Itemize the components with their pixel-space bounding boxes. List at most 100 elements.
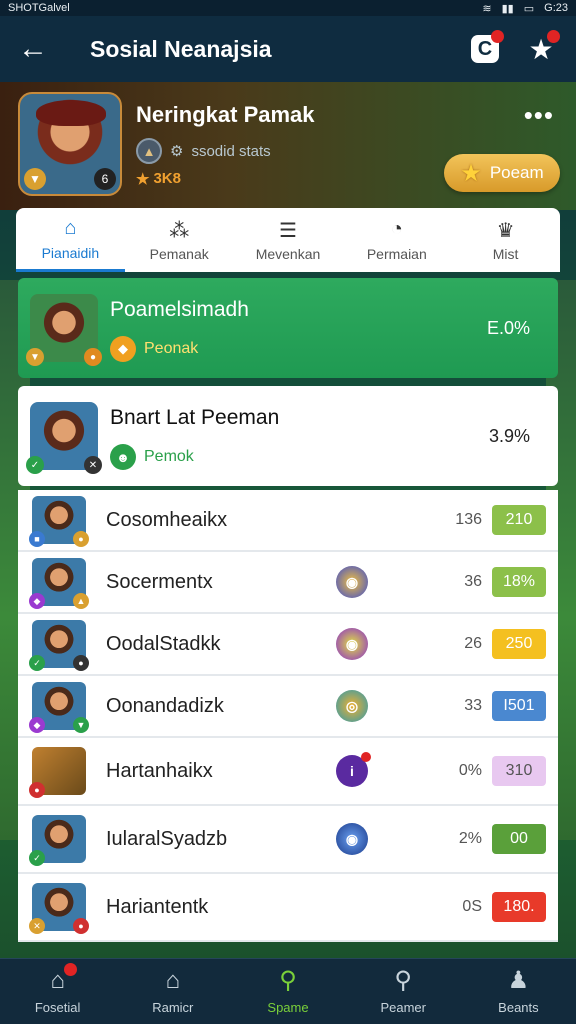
level-badge-icon: ● bbox=[84, 348, 102, 366]
featured-value: E.0% bbox=[486, 317, 530, 338]
stats-icon: ⚙ bbox=[170, 143, 184, 160]
ranking-list: ■ ● Cosomheaikx 136 210 ◆ ▲ Socermentx ◉… bbox=[18, 490, 558, 942]
star-icon: ★ bbox=[460, 159, 482, 187]
player-name: Cosomheaikx bbox=[106, 508, 228, 531]
notification-badge bbox=[491, 30, 504, 43]
tab-label: Mevenkan bbox=[255, 246, 321, 262]
tab-pemanak[interactable]: ⁂ Pemanak bbox=[125, 208, 234, 272]
featured-item[interactable]: ✓ ✕ Bnart Lat Peeman ☻ Pemok 3.9% bbox=[18, 386, 558, 486]
featured-item[interactable]: ▼ ● Poamelsimadh ◆ Peonak E.0% bbox=[18, 278, 558, 378]
nav-ramicr[interactable]: ⌂ Ramicr bbox=[115, 959, 230, 1024]
level-badge-icon: ✕ bbox=[84, 456, 102, 474]
score-pill: 250 bbox=[492, 629, 546, 659]
crown-icon: ♛ bbox=[496, 220, 515, 242]
level-badge-icon: 6 bbox=[94, 168, 116, 190]
nav-label: Peamer bbox=[380, 1000, 426, 1015]
rank-badge-icon: ● bbox=[29, 782, 45, 798]
list-item[interactable]: ● Hartanhaikx i 0% 310 bbox=[18, 738, 558, 806]
trophy-orb-icon: ◉ bbox=[336, 566, 368, 598]
featured-subtitle-text: Pemok bbox=[144, 448, 194, 465]
list-item[interactable]: ◆ ▼ Oonandadizk ◎ 33 I501 bbox=[18, 676, 558, 738]
signal-icon: ▮▮ bbox=[501, 2, 514, 15]
premium-button[interactable]: ★ Poeam bbox=[444, 154, 560, 192]
profile-name: Neringkat Pamak bbox=[136, 102, 315, 127]
level-badge-icon: ▼ bbox=[73, 717, 89, 733]
player-name: IularalSyadzb bbox=[106, 827, 228, 850]
rank-badge-icon: ▼ bbox=[26, 348, 44, 366]
emblem-icon: ▲ bbox=[136, 138, 162, 164]
avatar: ● bbox=[29, 747, 86, 798]
nav-label: Fosetial bbox=[34, 1000, 81, 1015]
nav-peamer[interactable]: ⚲ Peamer bbox=[346, 959, 461, 1024]
profile-score: ★ 3K8 bbox=[136, 170, 181, 188]
tab-label: Permaian bbox=[366, 246, 427, 262]
back-arrow-icon[interactable]: ← bbox=[18, 34, 62, 64]
tab-permaian[interactable]: ◔ Permaian bbox=[342, 208, 451, 272]
frog-icon: ☻ bbox=[110, 444, 136, 470]
tab-mevenkan[interactable]: ☰ Mevenkan bbox=[234, 208, 343, 272]
premium-button-label: Poeam bbox=[489, 163, 544, 182]
check-badge-icon: ✓ bbox=[29, 850, 45, 866]
group-icon: ⁂ bbox=[169, 220, 190, 242]
player-count: 0% bbox=[458, 762, 482, 779]
list-item[interactable]: ■ ● Cosomheaikx 136 210 bbox=[18, 490, 558, 552]
more-options-icon[interactable]: ••• bbox=[524, 100, 554, 131]
status-bar: SHOTGalvel ≋ ▮▮ ▭ G:23 bbox=[0, 0, 576, 16]
status-time: G:23 bbox=[544, 2, 568, 14]
search-badge-icon: ⚲ bbox=[279, 967, 297, 994]
nav-label: Spame bbox=[267, 1000, 309, 1015]
list-item[interactable]: ✕ ● Hariantentk 0S 180. bbox=[18, 874, 558, 942]
tab-label: Pemanak bbox=[149, 246, 209, 262]
player-count: 2% bbox=[458, 830, 482, 847]
favorites-badge bbox=[547, 30, 560, 43]
level-badge-icon: ● bbox=[73, 531, 89, 547]
home-icon: ⌂ bbox=[50, 967, 65, 994]
avatar[interactable]: ▼ 6 bbox=[18, 92, 122, 196]
tab-home[interactable]: ⌂ Pianaidih bbox=[16, 208, 125, 272]
nav-social[interactable]: ⌂ Fosetial bbox=[0, 959, 115, 1024]
list-item[interactable]: ✓ ● OodalStadkk ◉ 26 250 bbox=[18, 614, 558, 676]
nav-spame[interactable]: ⚲ Spame bbox=[230, 959, 345, 1024]
page-title: Sosial Neanajsia bbox=[90, 35, 272, 62]
score-pill: 180. bbox=[492, 892, 546, 922]
player-name: Oonandadizk bbox=[106, 694, 224, 717]
score-pill: 18% bbox=[492, 567, 546, 597]
level-badge-icon: ● bbox=[73, 918, 89, 934]
notifications-button[interactable]: C bbox=[468, 30, 504, 66]
bottom-navigation: ⌂ Fosetial ⌂ Ramicr ⚲ Spame ⚲ Peamer ♟ B… bbox=[0, 958, 576, 1024]
player-count: 33 bbox=[464, 697, 482, 714]
avatar: ✓ bbox=[29, 815, 86, 866]
featured-title: Bnart Lat Peeman bbox=[110, 406, 280, 429]
gauge-icon: ◔ bbox=[390, 218, 403, 240]
player-name: Hariantentk bbox=[106, 895, 209, 918]
star-icon: ★ bbox=[136, 171, 150, 188]
person-icon: ♟ bbox=[507, 967, 530, 994]
avatar: ■ ● bbox=[29, 496, 89, 547]
notification-badge bbox=[64, 963, 78, 976]
player-count: 26 bbox=[464, 635, 482, 652]
featured-value: 3.9% bbox=[488, 425, 530, 446]
score-pill: 210 bbox=[492, 505, 546, 535]
avatar: ◆ ▲ bbox=[29, 558, 89, 609]
app-bar: ← Sosial Neanajsia C ★ bbox=[0, 16, 576, 82]
list-item[interactable]: ◆ ▲ Socermentx ◉ 36 18% bbox=[18, 552, 558, 614]
home-icon: ⌂ bbox=[64, 216, 77, 239]
player-count: 0S bbox=[462, 898, 482, 915]
nav-label: Beants bbox=[498, 1000, 539, 1015]
list-icon: ☰ bbox=[279, 220, 297, 242]
tab-bar: ⌂ Pianaidih ⁂ Pemanak ☰ Mevenkan ◔ Perma… bbox=[16, 208, 560, 272]
status-carrier: SHOTGalvel bbox=[8, 2, 70, 14]
tab-mist[interactable]: ♛ Mist bbox=[451, 208, 560, 272]
rank-badge-icon: ✕ bbox=[29, 918, 45, 934]
gem-orb-icon: ◉ bbox=[336, 628, 368, 660]
score-pill: 310 bbox=[492, 756, 546, 786]
favorites-button[interactable]: ★ bbox=[524, 30, 560, 66]
nav-beants[interactable]: ♟ Beants bbox=[461, 959, 576, 1024]
hat-graphic bbox=[36, 100, 106, 126]
avatar: ◆ ▼ bbox=[29, 682, 89, 733]
player-count: 136 bbox=[455, 511, 482, 528]
level-badge-icon: ▲ bbox=[73, 593, 89, 609]
info-orb-icon: i bbox=[336, 752, 371, 787]
list-item[interactable]: ✓ IularalSyadzb ◉ 2% 00 bbox=[18, 806, 558, 874]
profile-subtitle-text: ssodid stats bbox=[191, 142, 271, 160]
